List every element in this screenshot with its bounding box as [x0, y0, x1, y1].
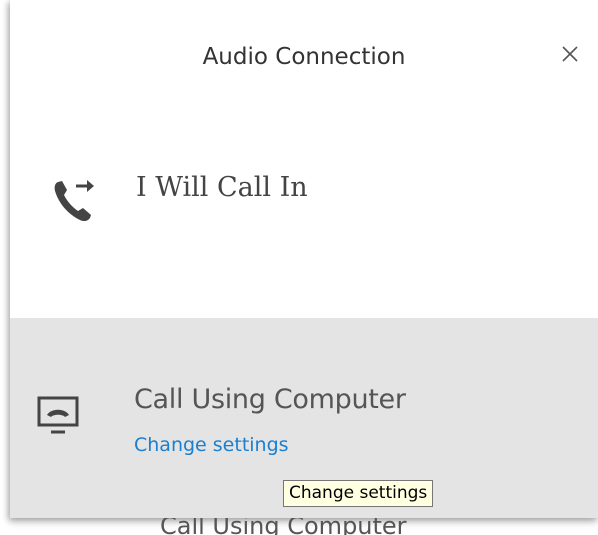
- dialog-header: Audio Connection: [10, 0, 598, 120]
- computer-phone-icon: [37, 396, 81, 444]
- phone-forward-icon: [50, 170, 102, 230]
- option-label: Call Using Computer: [134, 384, 406, 415]
- audio-connection-dialog: Audio Connection I Will Call In Call Usi…: [10, 0, 598, 518]
- close-button[interactable]: [554, 38, 586, 70]
- change-settings-link[interactable]: Change settings: [134, 434, 289, 456]
- option-i-will-call-in[interactable]: I Will Call In: [10, 120, 598, 318]
- tooltip: Change settings: [283, 480, 434, 507]
- dialog-title: Audio Connection: [202, 44, 406, 70]
- option-label: I Will Call In: [136, 172, 308, 203]
- screen: Call Using Computer Audio Connection I W…: [0, 0, 598, 535]
- close-icon: [562, 46, 578, 62]
